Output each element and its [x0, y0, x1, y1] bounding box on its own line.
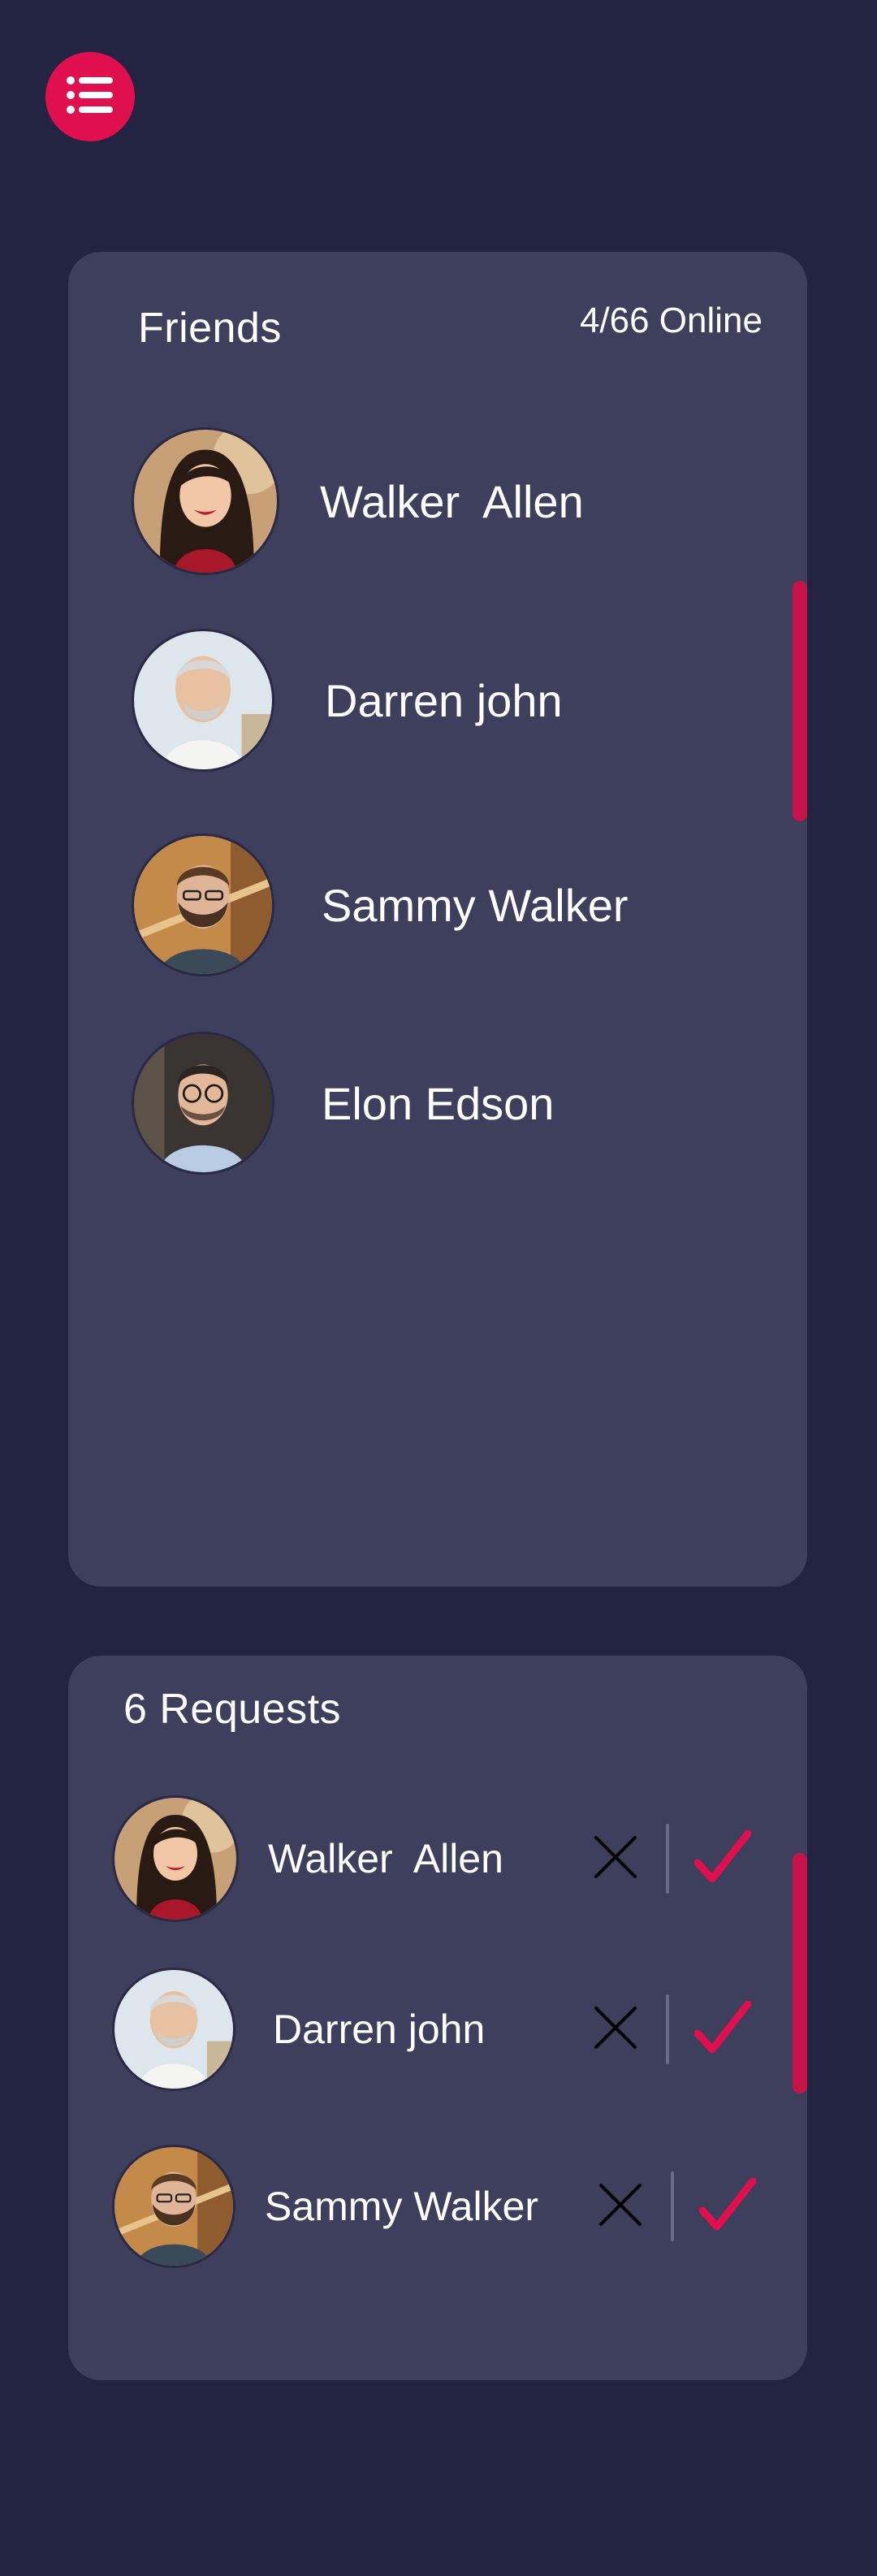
- avatar: [132, 629, 274, 772]
- friend-name: Walker Allen: [320, 475, 584, 527]
- avatar: [132, 427, 279, 575]
- friend-name: Darren john: [325, 674, 563, 726]
- decline-button[interactable]: [590, 2176, 651, 2237]
- decline-button[interactable]: [585, 1828, 646, 1890]
- request-actions: [590, 2143, 758, 2270]
- avatar: [112, 1795, 239, 1922]
- request-item: Darren john: [112, 1966, 754, 2093]
- friend-item[interactable]: Walker Allen: [132, 427, 584, 575]
- request-name: Darren john: [273, 2007, 486, 2052]
- decline-button[interactable]: [585, 1998, 646, 2060]
- request-actions: [585, 1795, 754, 1922]
- online-count: 4/66 Online: [579, 301, 763, 340]
- checkmark-icon: [698, 2177, 757, 2236]
- request-item: Walker Allen: [112, 1795, 754, 1922]
- request-name: Walker Allen: [268, 1836, 503, 1881]
- avatar: [112, 2145, 235, 2268]
- friend-item[interactable]: Sammy Walker: [132, 832, 629, 978]
- checkmark-icon: [693, 2000, 752, 2059]
- close-icon: [596, 2180, 645, 2233]
- close-icon: [591, 1833, 640, 1885]
- friends-title: Friends: [138, 305, 282, 352]
- friend-name: Elon Edson: [322, 1077, 555, 1129]
- requests-scrollbar[interactable]: [793, 1853, 807, 2093]
- requests-title: 6 Requests: [123, 1686, 342, 1733]
- action-divider: [666, 1824, 669, 1894]
- request-actions: [585, 1966, 754, 2093]
- accept-button[interactable]: [697, 2176, 758, 2237]
- checkmark-icon: [693, 1829, 752, 1888]
- request-name: Sammy Walker: [265, 2184, 539, 2229]
- friends-panel: Friends 4/66 Online Walker Allen Darren …: [68, 252, 807, 1587]
- action-divider: [666, 1994, 669, 2064]
- action-divider: [671, 2171, 674, 2241]
- avatar: [132, 1032, 274, 1175]
- friend-item[interactable]: Elon Edson: [132, 1030, 554, 1176]
- avatar: [112, 1968, 235, 2091]
- request-item: Sammy Walker: [112, 2143, 757, 2270]
- list-menu-icon: [66, 74, 114, 120]
- friend-name: Sammy Walker: [322, 879, 629, 931]
- friend-item[interactable]: Darren john: [132, 627, 563, 773]
- close-icon: [591, 2003, 640, 2056]
- menu-button[interactable]: [45, 52, 135, 141]
- accept-button[interactable]: [692, 1828, 754, 1890]
- requests-panel: 6 Requests Walker Allen Darren john Samm…: [68, 1656, 807, 2380]
- friends-scrollbar[interactable]: [793, 581, 807, 821]
- avatar: [132, 833, 274, 976]
- accept-button[interactable]: [692, 1998, 754, 2060]
